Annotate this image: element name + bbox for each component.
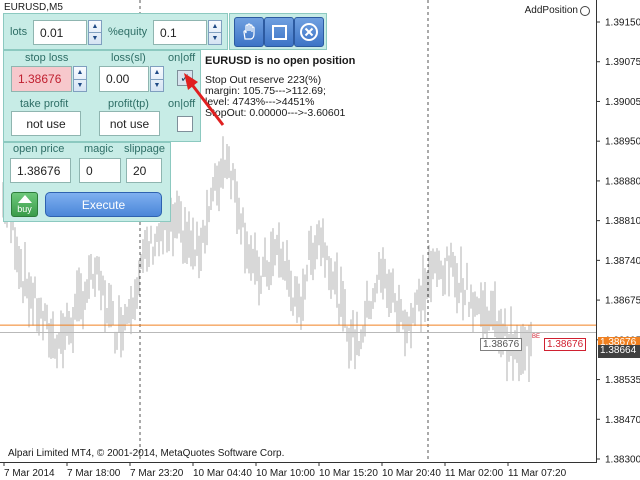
stop-loss-up-arrow-icon[interactable]: ▲: [74, 67, 86, 80]
annotation-arrow: [184, 73, 225, 126]
breakeven-label: BE: [532, 334, 541, 340]
lots-down-arrow-icon[interactable]: ▼: [89, 33, 101, 44]
magic-label: magic: [84, 143, 114, 155]
slippage-label: slippage: [124, 143, 165, 155]
equity-down-arrow-icon[interactable]: ▼: [209, 33, 221, 44]
y-axis-tick-label: 1.38810: [605, 216, 640, 227]
buy-label: buy: [17, 204, 32, 214]
stop-loss-label: stop loss: [25, 52, 69, 64]
x-axis-tick-label: 7 Mar 18:00: [67, 468, 121, 479]
execute-button[interactable]: Execute: [45, 192, 162, 217]
y-axis-tick-label: 1.39150: [605, 18, 640, 29]
copyright-text: Alpari Limited MT4, © 2001-2014, MetaQuo…: [8, 448, 285, 459]
order-panel: open price magic slippage 1.38676 0 20 b…: [3, 142, 171, 222]
y-axis-tick-label: 1.39075: [605, 57, 640, 68]
x-axis-tick-label: 7 Mar 23:20: [130, 468, 184, 479]
lots-input[interactable]: 0.01: [33, 20, 87, 45]
stop-loss-input[interactable]: 1.38676: [11, 66, 72, 92]
metatrader-chart-window: 1.39150 1.39075 1.39005 1.38950 1.38880 1.388…: [0, 0, 640, 480]
square-icon: [271, 24, 287, 40]
x-axis-tick-label: 11 Mar 02:00: [445, 468, 504, 479]
magic-input[interactable]: 0: [79, 158, 121, 183]
stop-loss-spinner[interactable]: ▲ ▼: [73, 66, 87, 92]
smiley-icon: [580, 5, 590, 16]
slippage-input[interactable]: 20: [126, 158, 162, 183]
hand-button[interactable]: [234, 17, 264, 47]
open-price-input[interactable]: 1.38676: [10, 158, 71, 183]
close-icon: [300, 23, 318, 41]
x-axis-tick-label: 10 Mar 04:40: [193, 468, 252, 479]
loss-sl-spinner[interactable]: ▲ ▼: [150, 66, 164, 92]
lots-spinner[interactable]: ▲ ▼: [88, 20, 102, 45]
loss-sl-down-arrow-icon[interactable]: ▼: [151, 80, 163, 92]
chart-symbol-title: EURUSD,M5: [4, 2, 63, 13]
position-status-heading: EURUSD is no open position: [205, 55, 356, 67]
open-line-price-tag[interactable]: 1.38676: [480, 338, 523, 351]
loss-sl-up-arrow-icon[interactable]: ▲: [151, 67, 163, 80]
loss-sl-input[interactable]: 0.00: [99, 66, 149, 92]
equity-up-arrow-icon[interactable]: ▲: [209, 21, 221, 33]
y-axis-tick-label: 1.38675: [605, 296, 640, 307]
y-axis-tick-label: 1.38880: [605, 176, 640, 187]
lots-up-arrow-icon[interactable]: ▲: [89, 21, 101, 33]
x-axis-tick-label: 10 Mar 10:00: [256, 468, 315, 479]
open-price-label: open price: [13, 143, 65, 155]
x-axis-tick-label: 10 Mar 20:40: [382, 468, 441, 479]
stop-loss-line-price-tag[interactable]: 1.38676: [544, 338, 587, 351]
lots-panel: lots 0.01 ▲ ▼ %equity 0.1 ▲ ▼: [3, 13, 228, 50]
take-profit-label: take profit: [20, 98, 69, 110]
bid-price-tag: 1.38664: [598, 345, 640, 358]
take-profit-input[interactable]: not use: [11, 111, 81, 136]
sl-onoff-label: on|off: [168, 52, 196, 64]
x-axis-tick-label: 11 Mar 07:20: [508, 468, 567, 479]
loss-sl-label: loss(sl): [111, 52, 146, 64]
y-axis-tick-label: 1.38300: [605, 455, 640, 466]
buy-arrow-icon: [17, 195, 32, 203]
equity-spinner[interactable]: ▲ ▼: [208, 20, 222, 45]
profit-tp-input[interactable]: not use: [99, 111, 160, 136]
y-axis-tick-label: 1.38470: [605, 415, 640, 426]
equity-input[interactable]: 0.1: [153, 20, 207, 45]
y-axis-tick-label: 1.38740: [605, 256, 640, 267]
add-position-label: AddPosition: [525, 5, 590, 16]
sl-tp-panel: stop loss loss(sl) on|off 1.38676 ▲ ▼ 0.…: [3, 50, 201, 142]
x-axis-tick-label: 7 Mar 2014: [4, 468, 55, 479]
x-axis-tick-label: 10 Mar 15:20: [319, 468, 378, 479]
close-button[interactable]: [294, 17, 324, 47]
lots-label: lots: [10, 26, 28, 38]
stop-loss-down-arrow-icon[interactable]: ▼: [74, 80, 86, 92]
y-axis-tick-label: 1.39005: [605, 97, 640, 108]
buy-button[interactable]: buy: [11, 192, 38, 217]
equity-label: %equity: [108, 26, 148, 38]
add-position-text: AddPosition: [524, 5, 578, 16]
y-axis-tick-label: 1.38535: [605, 375, 640, 386]
profit-tp-label: profit(tp): [108, 98, 149, 110]
window-button[interactable]: [264, 17, 294, 47]
hand-icon: [243, 23, 255, 40]
tool-buttons-panel: [229, 13, 327, 50]
y-axis-tick-label: 1.38950: [605, 137, 640, 148]
